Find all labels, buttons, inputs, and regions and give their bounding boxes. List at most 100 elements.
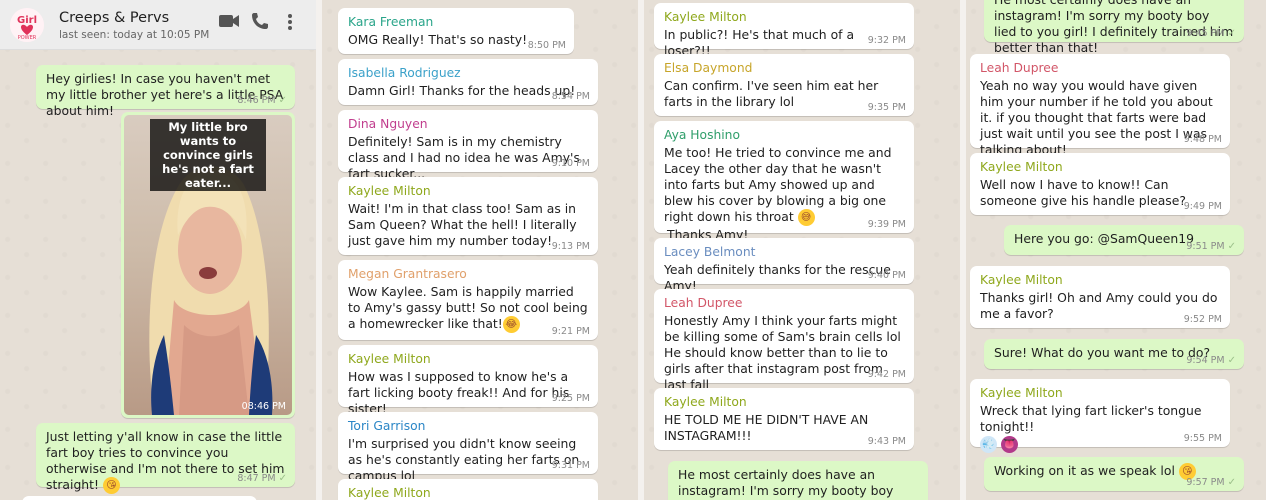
message-time: 9:21 PM bbox=[551, 326, 590, 337]
message-bubble-partial[interactable]: He most certainly does have an instagram… bbox=[668, 461, 928, 500]
message-time: 8:46 PM bbox=[237, 95, 276, 106]
message-time: 9:45 PM bbox=[1186, 28, 1225, 39]
chat-panel-1: Girl POWER Creeps & Pervs last seen: tod… bbox=[0, 0, 316, 500]
message-time: 9:57 PM bbox=[1186, 477, 1225, 488]
chat-title[interactable]: Creeps & Pervs bbox=[59, 10, 169, 26]
phone-icon[interactable] bbox=[251, 12, 269, 34]
read-check-icon: ✓ bbox=[278, 95, 287, 106]
video-call-icon[interactable] bbox=[218, 13, 240, 33]
message-bubble[interactable]: He most certainly does have an instagram… bbox=[984, 0, 1244, 55]
sender-name: Isabella Rodriguez bbox=[348, 66, 461, 80]
tongue-emoji-icon: 👅 bbox=[1000, 436, 1018, 453]
message-time: 9:54 PM bbox=[1186, 355, 1225, 366]
message-bubble[interactable]: Here you go: @SamQueen19 9:51 PM ✓ bbox=[1004, 225, 1244, 255]
message-bubble[interactable]: Isabella Rodriguez Damn Girl! Thanks for… bbox=[338, 59, 598, 105]
message-time: 9:25 PM bbox=[551, 393, 590, 404]
laughing-emoji-icon: 😂 bbox=[502, 316, 520, 333]
sender-name: Kaylee Milton bbox=[348, 352, 431, 366]
sender-name: Tori Garrison bbox=[348, 419, 426, 433]
sender-name: Kaylee Milton bbox=[664, 10, 747, 24]
message-bubble[interactable]: Leah Dupree Yeah no way you would have g… bbox=[970, 54, 1230, 157]
panel-divider bbox=[960, 0, 966, 500]
sender-name: Megan Grantrasero bbox=[348, 267, 467, 281]
chat-panel-2: Kara Freeman OMG Really! That's so nasty… bbox=[322, 0, 638, 500]
kiss-emoji-icon: 😘 bbox=[102, 477, 120, 494]
message-bubble[interactable]: Kaylee Milton In public?! He's that much… bbox=[654, 3, 914, 58]
message-bubble[interactable]: Working on it as we speak lol 😘 9:57 PM ✓ bbox=[984, 457, 1244, 491]
message-time: 8:54 PM bbox=[551, 91, 590, 102]
chat-panel-4: He most certainly does have an instagram… bbox=[966, 0, 1266, 500]
message-bubble[interactable]: Lacey Belmont Yeah definitely thanks for… bbox=[654, 238, 914, 293]
message-bubble[interactable]: Kaylee Milton How was I supposed to know… bbox=[338, 345, 598, 416]
message-time: 9:43 PM bbox=[867, 436, 906, 447]
read-check-icon: ✓ bbox=[1227, 28, 1236, 39]
message-text: Honestly Amy I think your farts might be… bbox=[664, 313, 901, 392]
sender-name: Lacey Belmont bbox=[664, 245, 756, 259]
message-time: 9:51 PM bbox=[1186, 241, 1225, 252]
grin-sweat-emoji-icon: 😅 bbox=[797, 209, 815, 226]
message-bubble[interactable]: Aya Hoshino Me too! He tried to convince… bbox=[654, 121, 914, 242]
message-time: 9:49 PM bbox=[1183, 201, 1222, 212]
panel-divider bbox=[638, 0, 644, 500]
message-time: 9:32 PM bbox=[867, 35, 906, 46]
svg-text:POWER: POWER bbox=[18, 35, 37, 41]
message-time: 9:31 PM bbox=[551, 460, 590, 471]
message-bubble[interactable]: Tori Garrison I'm surprised you didn't k… bbox=[338, 412, 598, 483]
message-time: 9:10 PM bbox=[551, 158, 590, 169]
message-bubble[interactable]: Kaylee Milton HE TOLD ME HE DIDN'T HAVE … bbox=[654, 388, 914, 450]
sender-name: Leah Dupree bbox=[980, 61, 1059, 75]
message-bubble[interactable]: Kaylee Milton Thanks girl! Oh and Amy co… bbox=[970, 266, 1230, 328]
message-time: 9:13 PM bbox=[551, 241, 590, 252]
group-avatar[interactable]: Girl POWER bbox=[10, 8, 44, 42]
message-text: Just letting y'all know in case the litt… bbox=[46, 429, 285, 494]
message-bubble[interactable]: Kara Freeman OMG Really! That's so nasty… bbox=[338, 8, 574, 54]
message-bubble[interactable]: Just letting y'all know in case the litt… bbox=[36, 423, 295, 494]
sender-name: Kara Freeman bbox=[348, 15, 434, 29]
more-vert-icon[interactable] bbox=[287, 13, 293, 35]
message-time: 9:42 PM bbox=[867, 369, 906, 380]
message-bubble[interactable]: Dina Nguyen Definitely! Sam is in my che… bbox=[338, 110, 598, 181]
sender-name: Leah Dupree bbox=[664, 296, 743, 310]
sender-name: Kaylee Milton bbox=[348, 486, 431, 500]
sender-name: Kaylee Milton bbox=[348, 184, 431, 198]
read-check-icon: ✓ bbox=[1227, 477, 1236, 488]
sender-name: Kaylee Milton bbox=[980, 273, 1063, 287]
message-text: He most certainly does have an instagram… bbox=[678, 467, 894, 500]
message-bubble[interactable]: Kaylee Milton Wreck that lying fart lick… bbox=[970, 379, 1230, 453]
message-bubble[interactable]: Hey girlies! In case you haven't met my … bbox=[36, 65, 295, 118]
message-bubble-partial[interactable]: Kaylee Milton bbox=[338, 479, 598, 500]
message-bubble-partial[interactable] bbox=[22, 496, 257, 500]
message-bubble[interactable]: Elsa Daymond Can confirm. I've seen him … bbox=[654, 54, 914, 116]
video-message[interactable]: My little bro wants to convince girls he… bbox=[121, 112, 295, 418]
sender-name: Kaylee Milton bbox=[980, 160, 1063, 174]
message-bubble[interactable]: Leah Dupree Honestly Amy I think your fa… bbox=[654, 289, 914, 392]
dash-emoji-icon: 💨 bbox=[980, 436, 997, 453]
svg-text:Girl: Girl bbox=[17, 15, 37, 26]
girl-power-logo-icon: Girl POWER bbox=[10, 8, 44, 42]
sender-name: Kaylee Milton bbox=[980, 386, 1063, 400]
last-seen-status: last seen: today at 10:05 PM bbox=[59, 29, 210, 41]
panel-divider bbox=[316, 0, 322, 500]
message-text: Me too! He tried to convince me and Lace… bbox=[664, 145, 892, 226]
sender-name: Kaylee Milton bbox=[664, 395, 747, 409]
sender-name: Aya Hoshino bbox=[664, 128, 741, 142]
message-time: 9:35 PM bbox=[867, 102, 906, 113]
message-text: Wreck that lying fart licker's tongue to… bbox=[980, 403, 1202, 434]
video-thumbnail[interactable]: My little bro wants to convince girls he… bbox=[124, 115, 292, 415]
message-time: 9:48 PM bbox=[1183, 134, 1222, 145]
message-time: 9:52 PM bbox=[1183, 314, 1222, 325]
read-check-icon: ✓ bbox=[278, 473, 287, 484]
message-bubble[interactable]: Kaylee Milton Well now I have to know!! … bbox=[970, 153, 1230, 215]
read-check-icon: ✓ bbox=[1227, 241, 1236, 252]
message-time: 8:47 PM bbox=[237, 473, 276, 484]
video-timestamp: 08:46 PM bbox=[241, 401, 286, 412]
message-bubble[interactable]: Megan Grantrasero Wow Kaylee. Sam is hap… bbox=[338, 260, 598, 340]
sender-name: Dina Nguyen bbox=[348, 117, 428, 131]
message-time: 9:55 PM bbox=[1183, 433, 1222, 444]
message-bubble[interactable]: Kaylee Milton Wait! I'm in that class to… bbox=[338, 177, 598, 255]
message-bubble[interactable]: Sure! What do you want me to do? 9:54 PM… bbox=[984, 339, 1244, 369]
chat-header: Girl POWER Creeps & Pervs last seen: tod… bbox=[0, 0, 316, 50]
chat-panel-3: Kaylee Milton In public?! He's that much… bbox=[644, 0, 960, 500]
message-time: 8:50 PM bbox=[527, 40, 566, 51]
message-time: 9:39 PM bbox=[867, 219, 906, 230]
